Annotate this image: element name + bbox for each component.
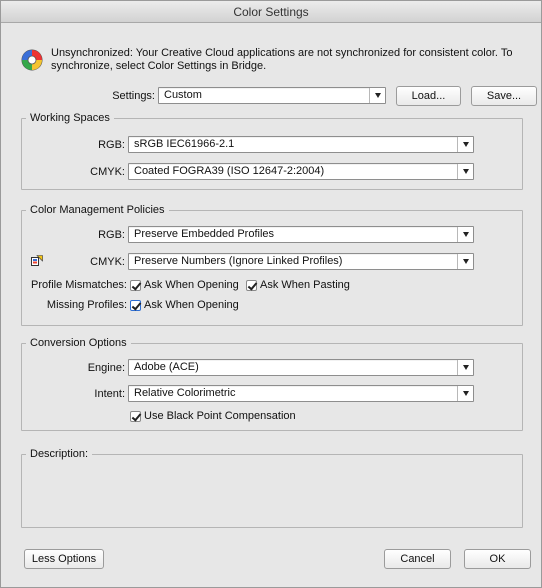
conversion-title: Conversion Options <box>26 336 131 350</box>
mismatch-ask-pasting-label: Ask When Pasting <box>260 279 350 291</box>
missing-ask-opening-checkbox[interactable]: Ask When Opening <box>130 298 239 312</box>
chevron-down-icon <box>457 137 473 152</box>
policy-cmyk-value: Preserve Numbers (Ignore Linked Profiles… <box>134 255 343 267</box>
description-group: Description: <box>21 447 523 528</box>
ws-rgb-popup[interactable]: sRGB IEC61966-2.1 <box>128 136 474 153</box>
mismatch-ask-pasting-checkbox[interactable]: Ask When Pasting <box>246 278 350 292</box>
chevron-down-icon <box>457 254 473 269</box>
checkbox-box <box>130 410 141 422</box>
chevron-down-icon <box>457 360 473 375</box>
policy-cmyk-popup[interactable]: Preserve Numbers (Ignore Linked Profiles… <box>128 253 474 270</box>
ws-rgb-label: RGB: <box>98 139 125 151</box>
chevron-down-icon <box>457 164 473 179</box>
policies-title: Color Management Policies <box>26 203 169 217</box>
description-title: Description: <box>26 447 93 461</box>
engine-popup[interactable]: Adobe (ACE) <box>128 359 474 376</box>
policy-cmyk-label: CMYK: <box>90 256 125 268</box>
checkbox-box <box>130 279 141 291</box>
checkbox-box <box>246 279 257 291</box>
chevron-down-icon <box>369 88 385 103</box>
engine-value: Adobe (ACE) <box>134 361 199 373</box>
settings-value: Custom <box>164 89 202 101</box>
settings-label: Settings: <box>112 90 155 102</box>
bpc-label: Use Black Point Compensation <box>144 410 296 422</box>
engine-label: Engine: <box>87 362 125 374</box>
load-button[interactable]: Load... <box>396 86 461 106</box>
policy-rgb-popup[interactable]: Preserve Embedded Profiles <box>128 226 474 243</box>
intent-popup[interactable]: Relative Colorimetric <box>128 385 474 402</box>
window-title: Color Settings <box>1 1 541 23</box>
sync-message: Unsynchronized: Your Creative Cloud appl… <box>51 47 513 72</box>
save-button[interactable]: Save... <box>471 86 537 106</box>
intent-value: Relative Colorimetric <box>134 387 236 399</box>
profile-mismatches-label: Profile Mismatches: <box>31 279 127 291</box>
missing-profiles-label: Missing Profiles: <box>46 299 127 311</box>
mismatch-ask-opening-checkbox[interactable]: Ask When Opening <box>130 278 239 292</box>
mismatch-ask-opening-label: Ask When Opening <box>144 279 239 291</box>
creative-cloud-sync-icon <box>21 49 43 71</box>
intent-label: Intent: <box>94 388 125 400</box>
ws-cmyk-popup[interactable]: Coated FOGRA39 (ISO 12647-2:2004) <box>128 163 474 180</box>
less-options-button[interactable]: Less Options <box>24 549 104 569</box>
policy-rgb-value: Preserve Embedded Profiles <box>134 228 275 240</box>
cancel-button[interactable]: Cancel <box>384 549 451 569</box>
policy-warning-icon <box>31 255 43 266</box>
policy-rgb-label: RGB: <box>98 229 125 241</box>
black-point-compensation-checkbox[interactable]: Use Black Point Compensation <box>130 409 296 423</box>
missing-ask-opening-label: Ask When Opening <box>144 299 239 311</box>
ok-button[interactable]: OK <box>464 549 531 569</box>
settings-popup[interactable]: Custom <box>158 87 386 104</box>
checkbox-box <box>130 299 141 311</box>
sync-notice: Unsynchronized: Your Creative Cloud appl… <box>21 47 531 73</box>
chevron-down-icon <box>457 386 473 401</box>
ws-rgb-value: sRGB IEC61966-2.1 <box>134 138 235 150</box>
ws-cmyk-label: CMYK: <box>90 166 125 178</box>
chevron-down-icon <box>457 227 473 242</box>
working-spaces-title: Working Spaces <box>26 111 114 125</box>
color-settings-dialog: Color Settings Unsynchronized: Your Crea… <box>0 0 542 588</box>
ws-cmyk-value: Coated FOGRA39 (ISO 12647-2:2004) <box>134 165 325 177</box>
